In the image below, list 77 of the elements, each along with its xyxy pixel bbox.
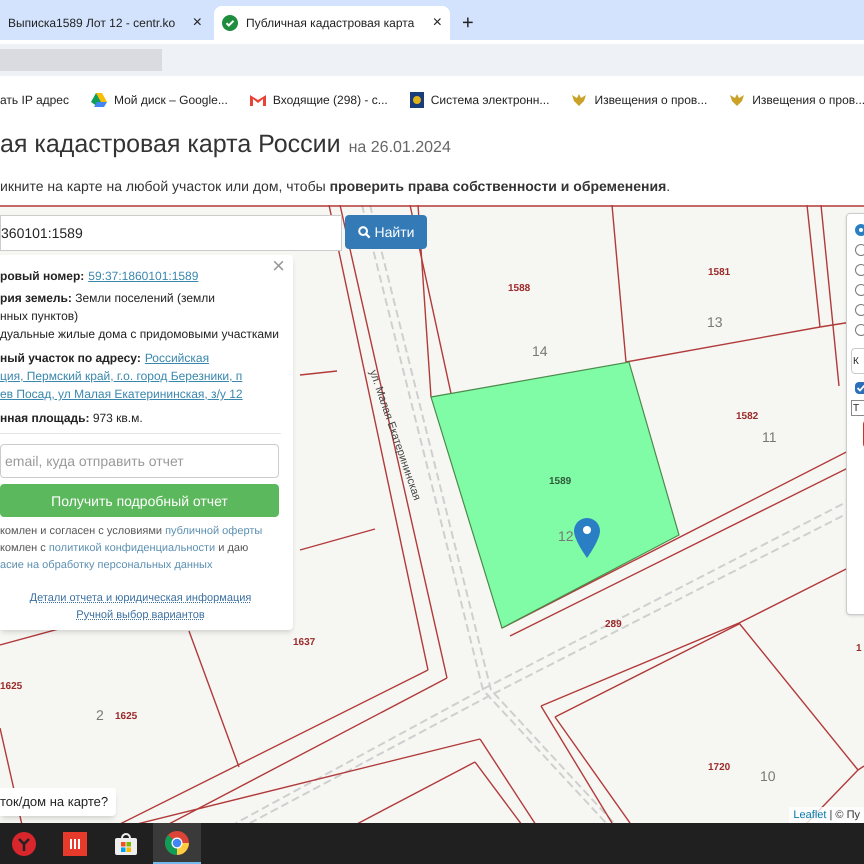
layer-field[interactable]: К	[851, 348, 864, 374]
email-field[interactable]: email, куда отправить отчет	[0, 444, 279, 478]
radio-button[interactable]	[855, 324, 864, 336]
tab-title: Выписка1589 Лот 12 - centr.ko	[8, 15, 176, 32]
consent-text: и даю	[217, 541, 248, 556]
address-link[interactable]: Российская	[144, 349, 210, 367]
parcel-number: 1581	[708, 268, 730, 278]
land-category: рия земель: Земли поселений (земли нных пунктов)	[0, 290, 216, 325]
bookmark-label[interactable]: ать IP адрес	[0, 91, 69, 109]
new-tab-button[interactable]: +	[450, 6, 486, 40]
address-link[interactable]: ция, Пермский край, г.о. город Березники, п	[0, 369, 242, 383]
consent-link[interactable]: политикой конфиденциальности	[48, 540, 216, 557]
app-icon	[63, 832, 87, 856]
parcel-number: 1588	[508, 284, 530, 294]
layer-select[interactable]: Т	[851, 400, 864, 416]
radio-button[interactable]	[855, 304, 864, 316]
page-title: ая кадастровая карта России	[0, 129, 341, 160]
browser-icon	[11, 830, 37, 856]
bookmark-label[interactable]: Извещения о пров...	[752, 91, 864, 109]
bookmark-label[interactable]: Мой диск – Google...	[114, 91, 228, 109]
radio-button[interactable]	[855, 224, 864, 236]
parcel-number: 1582	[736, 412, 758, 422]
parcel-number: 1720	[708, 763, 730, 773]
search-button[interactable]: Найти	[345, 215, 427, 249]
search-field[interactable]: 360101:1589	[0, 215, 342, 251]
taskbar-button[interactable]	[153, 823, 201, 864]
parcel-number: 1637	[293, 638, 316, 648]
field-label: ровый номер:	[0, 268, 84, 285]
parcel-number: 1	[856, 644, 862, 654]
house-number: 12	[558, 529, 574, 543]
area-text: нная площадь: 973 кв.м.	[0, 410, 144, 427]
store-icon	[114, 832, 138, 856]
bookmark-label[interactable]: Извещения о пров...	[594, 91, 708, 109]
house-number: 10	[760, 769, 776, 783]
search-icon	[358, 226, 371, 238]
consent-text: комлен с	[0, 541, 47, 556]
bookmark-label[interactable]: Входящие (298) - с...	[272, 91, 388, 109]
parcel-number: 1589	[549, 477, 572, 487]
house-number: 14	[532, 344, 548, 358]
land-use: дуальные жилые дома с придомовыми участками	[0, 326, 280, 343]
consent-link[interactable]: асие на обработку персональных данных	[0, 557, 212, 574]
radio-button[interactable]	[855, 244, 864, 256]
parcel-number: 289	[605, 620, 622, 630]
house-number: 2	[96, 708, 104, 722]
check-icon	[222, 15, 238, 31]
chrome-icon	[164, 830, 190, 856]
help-bubble[interactable]: ток/дом на карте?	[0, 788, 116, 816]
house-number: 11	[762, 430, 777, 444]
field-label: ный участок по адресу:	[0, 350, 141, 367]
page-subtitle: икните на карте на любой участок или дом, чтобы проверить права собственности и обременения.	[0, 176, 672, 196]
leaflet-link[interactable]: Leaflet	[793, 806, 826, 823]
date-label: на 26.01.2024	[348, 138, 451, 158]
house-number: 13	[707, 315, 723, 329]
location-pin-icon	[574, 518, 600, 558]
address-link[interactable]: ев Посад, ул Малая Екатерининская, з/у 12	[0, 387, 243, 401]
tab-title: Публичная кадастровая карта	[246, 15, 416, 32]
cadastral-number-link[interactable]: 59:37:1860101:1589	[88, 267, 198, 285]
radio-button[interactable]	[855, 284, 864, 296]
details-link[interactable]: Детали отчета и юридическая информация	[30, 590, 252, 607]
close-icon[interactable]: ×	[432, 11, 442, 35]
parcel-number: 1625	[0, 682, 22, 692]
eagle-icon	[571, 92, 588, 108]
layer-checkbox[interactable]	[855, 382, 864, 394]
attribution-text: | © Пу	[828, 808, 860, 822]
drive-icon	[90, 93, 107, 107]
emblem-icon	[410, 92, 424, 108]
consent-text: комлен и согласен с условиями	[0, 524, 164, 539]
close-icon[interactable]: ×	[192, 11, 202, 35]
consent-link[interactable]: публичной оферты	[165, 523, 262, 540]
bookmark-label[interactable]: Система электронн...	[430, 91, 550, 109]
parcel-number: 1625	[115, 712, 138, 722]
radio-button[interactable]	[855, 264, 864, 276]
browser-tab[interactable]: Публичная кадастровая карта ×	[214, 6, 450, 40]
eagle-icon	[729, 92, 746, 108]
browser-tab[interactable]: Выписка1589 Лот 12 - centr.ko ×	[0, 6, 210, 40]
details-link[interactable]: Ручной выбор вариантов	[76, 607, 205, 624]
mail-icon	[250, 94, 266, 106]
